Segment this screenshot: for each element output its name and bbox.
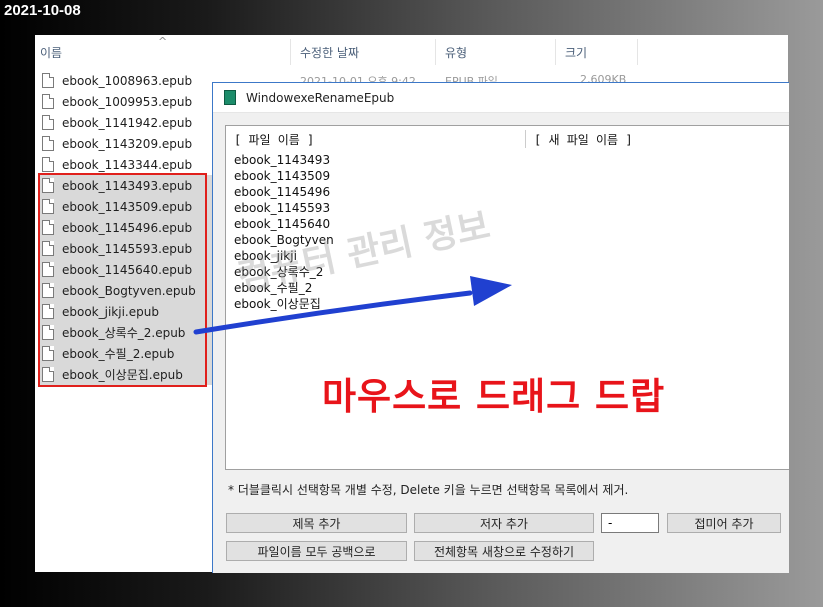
drag-arrow-icon bbox=[193, 276, 512, 335]
drag-drop-annotation: 마우스로 드래그 드랍 bbox=[322, 375, 666, 418]
